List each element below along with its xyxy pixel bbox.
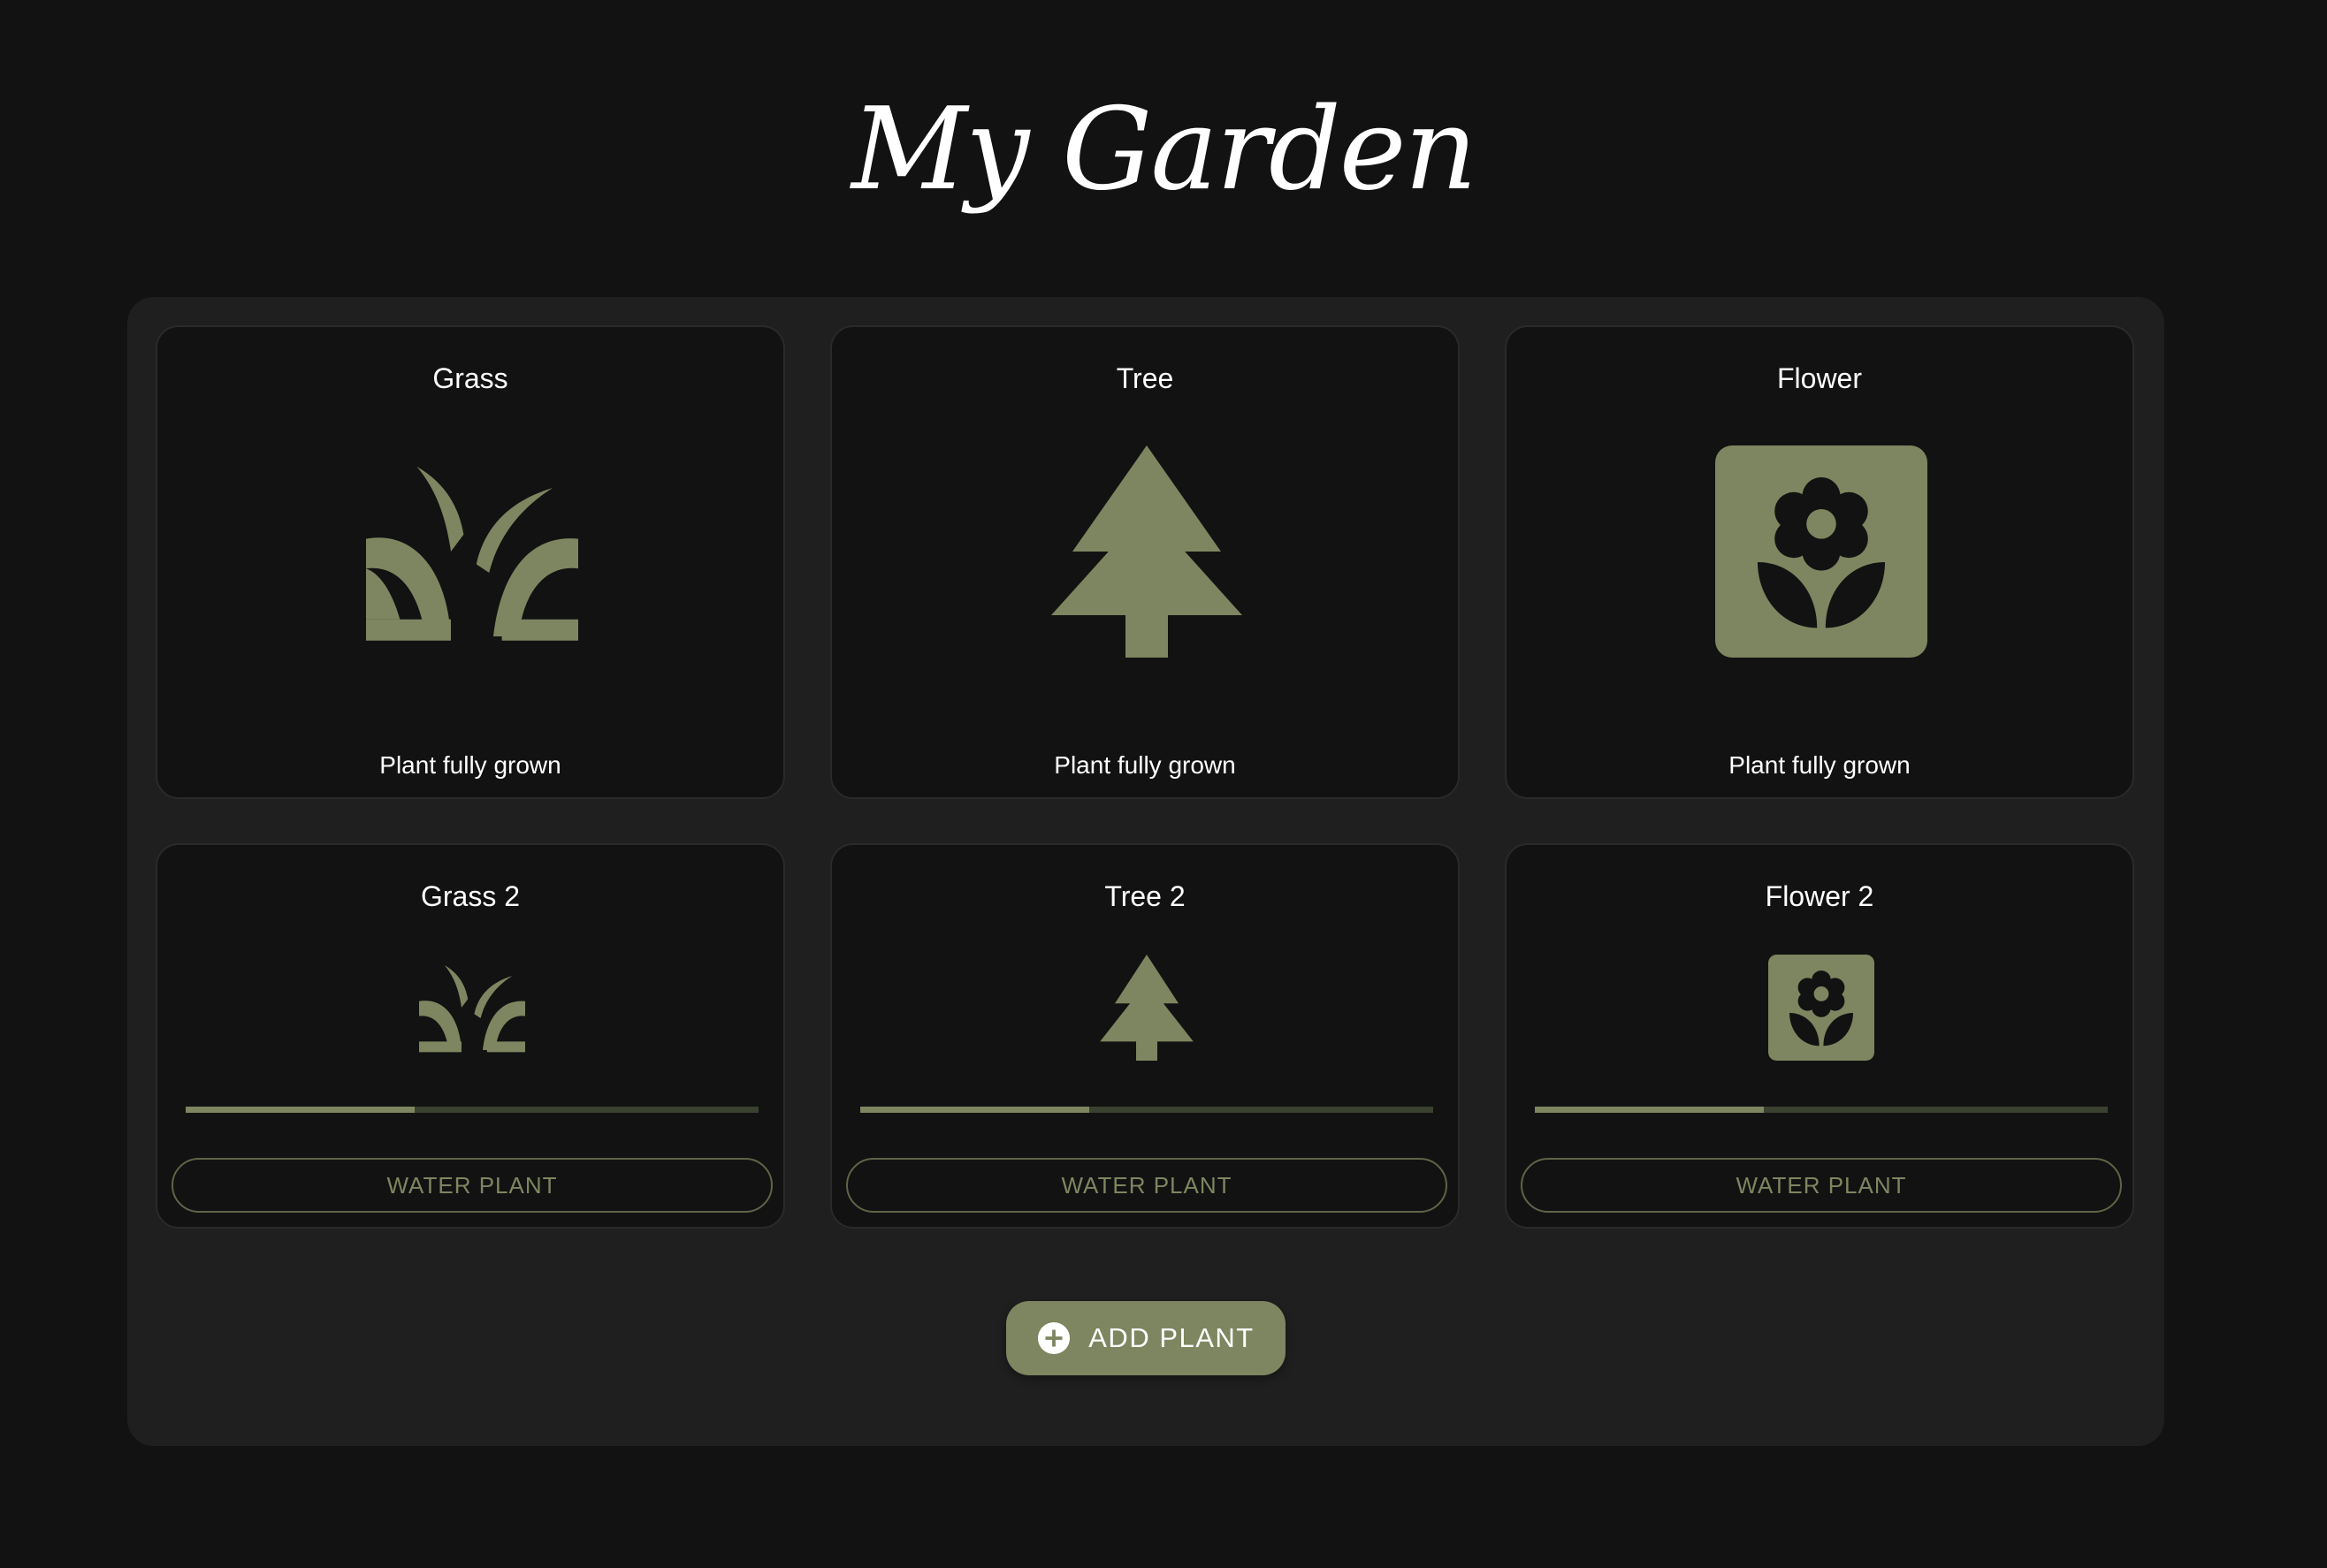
growth-progress-bar xyxy=(186,1107,759,1113)
grass-icon xyxy=(366,445,578,658)
plant-name: Tree xyxy=(1116,362,1174,394)
plant-card-grass-2: Grass 2 WATER PLANT xyxy=(156,843,785,1229)
plants-panel: Grass Plant fully grown Tree Plant fully… xyxy=(127,297,2164,1446)
water-plant-button[interactable]: WATER PLANT xyxy=(1521,1158,2122,1213)
flower-icon xyxy=(1715,445,1927,658)
tree-icon xyxy=(1094,955,1200,1061)
growth-progress-fill xyxy=(186,1107,416,1113)
plant-name: Grass 2 xyxy=(420,880,521,912)
growth-progress-fill xyxy=(1535,1107,1765,1113)
growth-progress-bar xyxy=(1535,1107,2108,1113)
plant-card-tree-2: Tree 2 WATER PLANT xyxy=(830,843,1460,1229)
plant-status: Plant fully grown xyxy=(1728,751,1911,779)
plant-card-grass: Grass Plant fully grown xyxy=(156,325,785,799)
garden-page: My Garden Grass Plant fully grown Tree P… xyxy=(0,0,2327,1568)
plus-circle-icon xyxy=(1038,1321,1071,1355)
page-title: My Garden xyxy=(851,84,1477,216)
plant-name: Flower xyxy=(1776,362,1862,394)
plant-card-flower-2: Flower 2 WATER PLANT xyxy=(1505,843,2134,1229)
water-plant-button[interactable]: WATER PLANT xyxy=(846,1158,1447,1213)
plant-name: Tree 2 xyxy=(1104,880,1186,912)
plant-card-flower: Flower Plant fully grown xyxy=(1505,325,2134,799)
growth-progress-bar xyxy=(860,1107,1433,1113)
grass-icon xyxy=(419,955,525,1061)
water-plant-button[interactable]: WATER PLANT xyxy=(172,1158,773,1213)
plant-card-tree: Tree Plant fully grown xyxy=(830,325,1460,799)
tree-icon xyxy=(1041,445,1253,658)
add-plant-label: ADD PLANT xyxy=(1088,1322,1255,1353)
plant-name: Grass xyxy=(432,362,508,394)
growth-progress-fill xyxy=(860,1107,1090,1113)
plant-name: Flower 2 xyxy=(1765,880,1874,912)
plant-status: Plant fully grown xyxy=(379,751,561,779)
plant-status: Plant fully grown xyxy=(1054,751,1236,779)
flower-icon xyxy=(1768,955,1874,1061)
add-plant-button[interactable]: ADD PLANT xyxy=(1006,1301,1286,1375)
